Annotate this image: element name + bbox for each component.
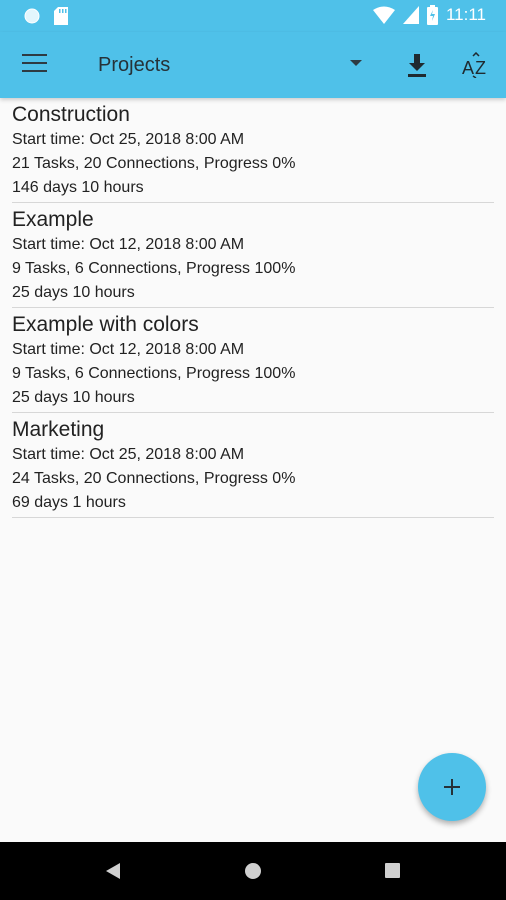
add-project-button[interactable] [418, 753, 486, 821]
project-duration: 146 days 10 hours [12, 179, 144, 196]
page-title[interactable]: Projects [98, 54, 170, 77]
project-item[interactable]: Example Start time: Oct 12, 2018 8:00 AM… [12, 203, 494, 308]
system-nav-bar [0, 842, 506, 900]
sort-az-icon[interactable]: A Z [462, 52, 490, 78]
battery-icon [426, 5, 438, 25]
project-summary: 9 Tasks, 6 Connections, Progress 100% [12, 260, 296, 277]
project-item[interactable]: Construction Start time: Oct 25, 2018 8:… [12, 98, 494, 203]
project-name: Example with colors [12, 313, 199, 336]
download-icon[interactable] [405, 52, 429, 78]
hamburger-menu-icon[interactable] [22, 54, 47, 74]
app-bar: Projects A Z [0, 32, 506, 98]
project-duration: 69 days 1 hours [12, 494, 126, 511]
project-name: Example [12, 208, 94, 231]
status-time: 11:11 [445, 5, 486, 24]
dropdown-arrow-icon[interactable] [350, 60, 362, 66]
svg-text:A: A [462, 58, 474, 78]
sd-card-icon [54, 7, 68, 25]
project-item[interactable]: Marketing Start time: Oct 25, 2018 8:00 … [12, 413, 494, 518]
wifi-icon [372, 6, 395, 24]
project-duration: 25 days 10 hours [12, 389, 135, 406]
status-bar: 11:11 [0, 0, 506, 32]
project-list: Construction Start time: Oct 25, 2018 8:… [12, 98, 494, 518]
project-name: Construction [12, 103, 130, 126]
svg-text:Z: Z [475, 58, 486, 78]
project-summary: 9 Tasks, 6 Connections, Progress 100% [12, 365, 296, 382]
project-summary: 24 Tasks, 20 Connections, Progress 0% [12, 470, 296, 487]
project-start-time: Start time: Oct 25, 2018 8:00 AM [12, 446, 245, 463]
project-item[interactable]: Example with colors Start time: Oct 12, … [12, 308, 494, 413]
recent-apps-icon[interactable] [385, 863, 400, 878]
notification-circle-icon [24, 8, 40, 24]
project-name: Marketing [12, 418, 105, 441]
project-duration: 25 days 10 hours [12, 284, 135, 301]
project-start-time: Start time: Oct 12, 2018 8:00 AM [12, 341, 245, 358]
project-start-time: Start time: Oct 25, 2018 8:00 AM [12, 131, 245, 148]
back-icon[interactable] [106, 863, 120, 879]
project-start-time: Start time: Oct 12, 2018 8:00 AM [12, 236, 245, 253]
project-summary: 21 Tasks, 20 Connections, Progress 0% [12, 155, 296, 172]
home-icon[interactable] [245, 863, 261, 879]
signal-icon [402, 6, 419, 24]
